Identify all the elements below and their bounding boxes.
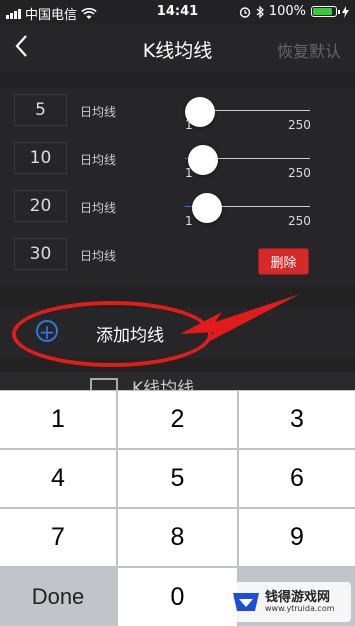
- watermark-url: www.ytruida.com: [265, 604, 335, 613]
- annotation-oval: [12, 301, 212, 367]
- bluetooth-icon: [256, 5, 264, 18]
- candlestick-icon: [90, 378, 118, 390]
- status-bar: 中国电信 14:41 100%: [0, 0, 355, 24]
- done-key[interactable]: Done: [0, 568, 116, 626]
- alarm-icon: [239, 6, 251, 18]
- watermark-name: 钱得游戏网: [265, 590, 331, 605]
- slider-max-label: 250: [288, 166, 311, 180]
- key-2[interactable]: 2: [118, 391, 237, 448]
- numeric-keyboard: 1 2 3 4 5 6 7 8 9 Done 0 钱得游戏网 www.ytrui…: [0, 390, 355, 626]
- ma-row: 20 日均线 1 250: [0, 184, 355, 228]
- ma-row: 5 日均线 1 250: [0, 88, 355, 132]
- slider-min-label: 1: [185, 166, 193, 180]
- ma-row-label: 日均线: [80, 105, 117, 119]
- key-3[interactable]: 3: [239, 391, 355, 448]
- key-5[interactable]: 5: [118, 450, 237, 507]
- key-1[interactable]: 1: [0, 391, 116, 448]
- ma-row: 10 日均线 1 250: [0, 136, 355, 180]
- ma-row-label: 日均线: [80, 249, 117, 263]
- key-6[interactable]: 6: [239, 450, 355, 507]
- ma-row-label: 日均线: [80, 153, 117, 167]
- ma-row-label: 日均线: [80, 201, 117, 215]
- ma-value-input[interactable]: 5: [14, 94, 67, 126]
- watermark: 钱得游戏网 www.ytruida.com: [231, 582, 351, 622]
- ma-list-item-partial: K线均线: [0, 372, 355, 390]
- key-4[interactable]: 4: [0, 450, 116, 507]
- battery-icon: [311, 6, 340, 17]
- key-8[interactable]: 8: [118, 509, 237, 566]
- nav-bar: K线均线 恢复默认: [0, 24, 355, 72]
- delete-button[interactable]: 删除: [258, 248, 309, 275]
- key-0[interactable]: 0: [118, 568, 237, 626]
- slider-min-label: 1: [185, 214, 193, 228]
- slider-max-label: 250: [288, 118, 311, 132]
- key-7[interactable]: 7: [0, 509, 116, 566]
- slider-min-label: 1: [185, 118, 193, 132]
- battery-percent: 100%: [268, 4, 306, 19]
- partial-row-label: K线均线: [132, 379, 195, 390]
- ma-value-input[interactable]: 20: [14, 190, 67, 222]
- status-right: 100%: [239, 4, 349, 19]
- key-9[interactable]: 9: [239, 509, 355, 566]
- ma-slider-handle[interactable]: [192, 193, 222, 223]
- charging-icon: [342, 5, 349, 18]
- watermark-logo-icon: [231, 589, 261, 615]
- ma-value-input[interactable]: 10: [14, 142, 67, 174]
- restore-default-button[interactable]: 恢复默认: [277, 38, 341, 62]
- slider-max-label: 250: [288, 214, 311, 228]
- ma-value-input[interactable]: 30: [14, 238, 67, 270]
